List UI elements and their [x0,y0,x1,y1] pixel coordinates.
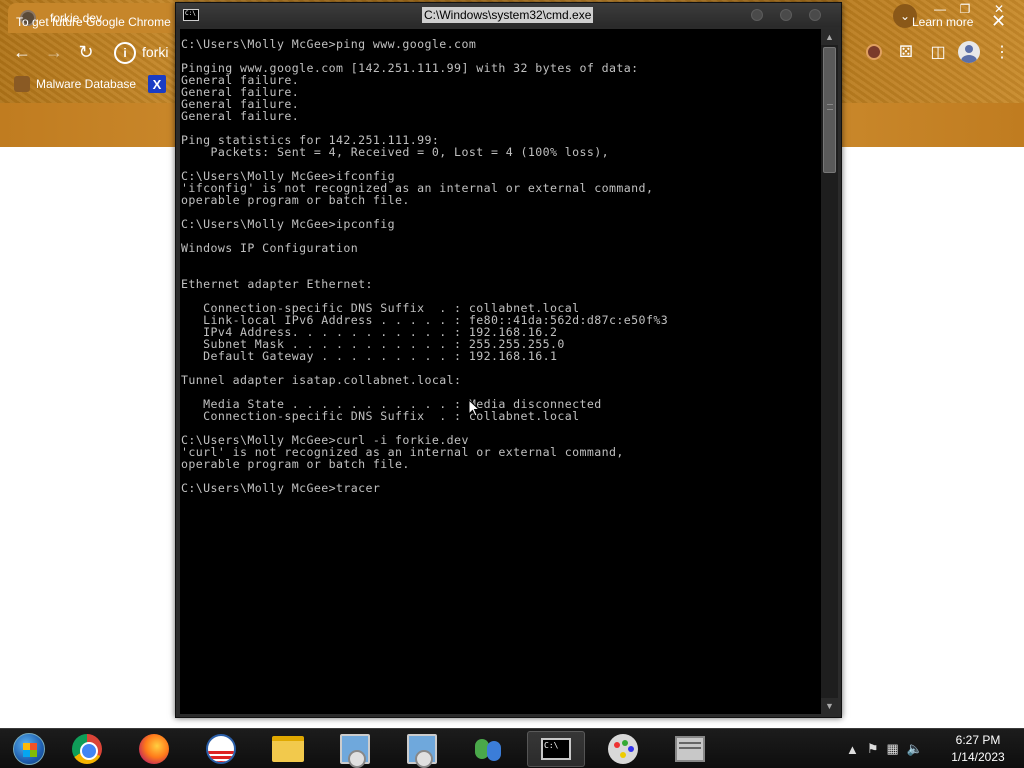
cmd-console[interactable]: C:\Users\Molly McGee>ping www.google.com… [180,29,821,714]
extension-icon[interactable] [866,44,882,60]
console-line: General failure. [181,109,300,123]
taskbar-archive[interactable] [661,731,719,767]
side-panel-icon[interactable]: ◫ [926,40,950,64]
site-info-icon[interactable]: i [114,42,136,64]
start-orb-icon [13,733,45,765]
network-icon[interactable]: ▦ [887,741,899,757]
cmd-scrollbar[interactable]: ▲ ▼ [821,29,838,714]
console-line: Windows IP Configuration [181,241,359,255]
console-line: C:\Users\Molly McGee>ping www.google.com [181,37,477,51]
clock-time: 6:27 PM [955,733,1001,747]
folder-icon [272,736,304,762]
users-icon [473,735,505,763]
scroll-up-icon[interactable]: ▲ [821,29,838,45]
console-line: Packets: Sent = 4, Received = 0, Lost = … [181,145,610,159]
cmd-window-icon: C:\ [183,9,199,21]
taskbar-paint[interactable] [594,731,652,767]
cmd-titlebar[interactable]: C:\ C:\Windows\system32\cmd.exe [176,3,841,27]
chevron-up-icon[interactable]: ▲ [846,742,859,757]
console-line: C:\Users\Molly McGee>tracer [181,481,381,495]
cmd-icon: C:\ [541,738,571,760]
taskbar-explorer[interactable] [259,731,317,767]
console-line: Connection-specific DNS Suffix . : colla… [181,409,580,423]
flag-icon[interactable]: ⚑ [867,741,879,757]
bookmark-malware-database[interactable]: Malware Database [14,74,136,94]
profile-avatar[interactable] [958,41,980,63]
cmd-window[interactable]: C:\ C:\Windows\system32\cmd.exe C:\Users… [175,2,842,718]
console-line: Tunnel adapter isatap.collabnet.local: [181,373,462,387]
malware-favicon-icon [14,76,30,92]
cmd-minimize-button[interactable] [751,9,763,21]
cmd-close-button[interactable] [809,9,821,21]
taskbar-users[interactable] [460,731,518,767]
scroll-thumb[interactable] [823,47,836,173]
clock-date: 1/14/2023 [951,750,1005,764]
console-line: Default Gateway . . . . . . . . . : 192.… [181,349,558,363]
reload-button[interactable]: ↻ [72,38,100,66]
clock[interactable]: 6:27 PM 1/14/2023 [940,732,1016,766]
taskbar-obama-app[interactable] [192,731,250,767]
volume-icon[interactable]: 🔈 [907,741,923,757]
taskbar-installer-1[interactable] [326,731,384,768]
chrome-icon [72,734,102,764]
firefox-icon [139,734,169,764]
forward-button[interactable]: → [40,38,68,66]
taskbar-cmd[interactable]: C:\ [527,731,585,767]
more-menu-icon[interactable]: ⋮ [990,40,1014,64]
installer-icon [340,734,370,768]
console-line: operable program or batch file. [181,457,410,471]
installer-icon [407,734,437,768]
console-line: C:\Users\Molly McGee>ipconfig [181,217,396,231]
back-button[interactable]: ← [8,38,36,66]
x-logo-icon: X [148,75,166,93]
infobar-close-icon[interactable]: ✕ [991,11,1006,32]
system-tray: ▲ ⚑ ▦ 🔈 [846,729,931,768]
start-button[interactable] [0,731,58,767]
console-output: C:\Users\Molly McGee>ping www.google.com… [181,38,668,494]
address-bar[interactable]: forki [142,44,168,60]
cmd-maximize-button[interactable] [780,9,792,21]
puzzle-icon[interactable]: ⚄ [894,40,918,64]
bookmark-x[interactable]: X [148,74,166,94]
taskbar: C:\ ▲ ⚑ ▦ 🔈 6:27 PM 1/14/2023 [0,728,1024,768]
taskbar-installer-2[interactable] [393,731,451,768]
taskbar-firefox[interactable] [125,731,183,767]
learn-more-link[interactable]: Learn more [912,15,973,29]
scroll-down-icon[interactable]: ▼ [821,698,838,714]
taskbar-chrome[interactable] [58,731,116,767]
archive-icon [675,736,705,762]
console-line: operable program or batch file. [181,193,410,207]
mouse-pointer-icon [468,399,480,417]
console-line: Ethernet adapter Ethernet: [181,277,373,291]
cmd-title: C:\Windows\system32\cmd.exe [422,7,594,23]
paint-icon [608,734,638,764]
obama-logo-icon [206,734,236,764]
infobar-message: To get future Google Chrome [16,15,171,29]
